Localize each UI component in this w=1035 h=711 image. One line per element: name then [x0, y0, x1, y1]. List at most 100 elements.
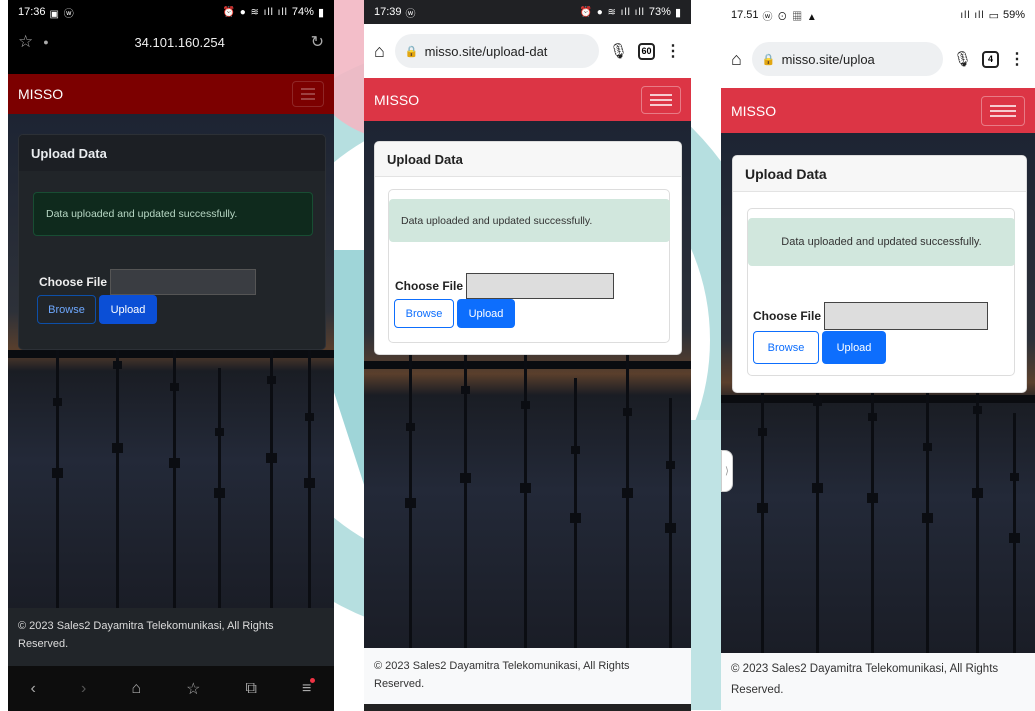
- antenna-tower: [665, 398, 676, 648]
- card-title: Upload Data: [375, 142, 681, 177]
- antenna-tower: [214, 368, 225, 608]
- choose-file-label: Choose File: [39, 275, 108, 289]
- browse-button[interactable]: Browse: [37, 295, 96, 324]
- app-navbar: MISSO: [8, 74, 334, 114]
- antenna-tower: [922, 373, 933, 653]
- url-field[interactable]: 🔒 misso.site/uploa: [751, 42, 943, 76]
- home-icon[interactable]: ⌂: [374, 41, 385, 62]
- browser-toolbar: ⌂ 🔒 misso.site/upload-dat 🎙 60 ⋮: [364, 24, 691, 78]
- bookmark-star-icon[interactable]: ☆: [18, 32, 33, 52]
- browser-toolbar: ☆ ● 34.101.160.254 ↻: [8, 24, 334, 60]
- url-field[interactable]: 🔒 misso.site/upload-dat: [394, 34, 599, 68]
- navbar-toggler[interactable]: [981, 95, 1025, 126]
- url-text: misso.site/upload-dat: [424, 43, 548, 59]
- file-input[interactable]: [466, 273, 615, 299]
- notification-icons: ⓦ ⊙ ▦ ▲: [762, 11, 818, 23]
- brand-logo[interactable]: MISSO: [18, 86, 63, 102]
- file-input[interactable]: [824, 302, 989, 330]
- url-text: misso.site/uploa: [781, 51, 875, 67]
- home-icon[interactable]: ⌂: [131, 680, 141, 698]
- tabs-icon[interactable]: ⧉: [246, 680, 257, 698]
- more-options-icon[interactable]: ⋮: [1009, 49, 1025, 69]
- action-buttons: Browse Upload: [394, 299, 515, 328]
- notification-icons: ⓦ: [405, 8, 417, 20]
- upload-card: Upload Data Data uploaded and updated su…: [374, 141, 682, 355]
- phone-screenshot-1: 17:36 ▣ ⓦ ⏰ ● ≋ ıll ıll 74% ▮ ☆ ● 34.101…: [8, 0, 334, 711]
- horizon-line: [364, 361, 691, 369]
- app-navbar: MISSO: [364, 78, 691, 121]
- forward-icon[interactable]: ›: [81, 680, 86, 698]
- battery-level: 74%: [291, 6, 314, 18]
- page-footer: © 2023 Sales2 Dayamitra Telekomunikasi, …: [364, 648, 691, 704]
- antenna-tower: [520, 318, 531, 648]
- battery-icon: ▭: [988, 9, 999, 22]
- status-bar: 17:39 ⓦ ⏰ ● ≋ ıll ıll 73% ▮: [364, 0, 691, 24]
- signal-icon: ⏰ ● ≋ ıll ıll: [222, 6, 288, 18]
- microphone-icon[interactable]: 🎙: [609, 42, 628, 60]
- battery-level: 73%: [648, 6, 671, 18]
- antenna-tower: [1009, 413, 1020, 653]
- antenna-tower: [757, 353, 768, 653]
- tab-switcher-icon[interactable]: 60: [638, 42, 655, 60]
- choose-file-label: Choose File: [753, 309, 822, 323]
- lock-icon: 🔒: [404, 45, 419, 58]
- success-alert: Data uploaded and updated successfully.: [389, 199, 670, 242]
- antenna-tower: [169, 308, 180, 608]
- file-input[interactable]: [110, 269, 257, 295]
- upload-card: Upload Data Data uploaded and updated su…: [732, 155, 1027, 393]
- tab-switcher-icon[interactable]: 4: [982, 50, 999, 68]
- upload-button[interactable]: Upload: [457, 299, 515, 328]
- action-buttons: Browse Upload: [37, 295, 157, 324]
- file-input-row: Choose File: [395, 273, 615, 299]
- info-icon[interactable]: ●: [43, 37, 48, 47]
- menu-icon[interactable]: ≡: [302, 677, 316, 698]
- brand-logo[interactable]: MISSO: [374, 92, 419, 108]
- browse-button[interactable]: Browse: [753, 331, 819, 364]
- antenna-tower: [52, 328, 63, 608]
- navbar-toggler[interactable]: [641, 85, 681, 114]
- reload-icon[interactable]: ↻: [311, 32, 324, 52]
- upload-button[interactable]: Upload: [99, 295, 157, 324]
- app-navbar: MISSO: [721, 88, 1035, 133]
- browser-bottom-nav: ‹ › ⌂ ☆ ⧉ ≡: [8, 666, 334, 711]
- success-alert: Data uploaded and updated successfully.: [748, 218, 1015, 266]
- home-icon[interactable]: ⌂: [731, 49, 742, 70]
- microphone-icon[interactable]: 🎙: [953, 50, 972, 68]
- side-panel-handle[interactable]: ⟩: [721, 450, 733, 492]
- status-time: 17:39: [374, 6, 402, 18]
- status-time: 17.51: [731, 9, 759, 21]
- browse-button[interactable]: Browse: [394, 299, 454, 328]
- bookmarks-icon[interactable]: ☆: [186, 679, 200, 699]
- page-footer: © 2023 Sales2 Dayamitra Telekomunikasi, …: [8, 608, 334, 666]
- battery-icon: ▮: [674, 6, 681, 19]
- upload-button[interactable]: Upload: [822, 331, 886, 364]
- file-input-row: Choose File: [39, 269, 257, 295]
- system-nav-bar: [364, 704, 691, 711]
- url-field[interactable]: 34.101.160.254: [59, 35, 301, 50]
- file-input-row: Choose File: [753, 302, 989, 330]
- card-title: Upload Data: [19, 135, 325, 171]
- notification-icons: ▣ ⓦ: [49, 8, 75, 20]
- back-icon[interactable]: ‹: [31, 680, 36, 698]
- card-title: Upload Data: [733, 156, 1026, 192]
- navbar-toggler[interactable]: [292, 81, 324, 107]
- signal-icon: ıll ıll: [960, 9, 985, 21]
- antenna-tower: [304, 348, 315, 608]
- browser-toolbar: ⌂ 🔒 misso.site/uploa 🎙 4 ⋮: [721, 30, 1035, 88]
- phone-screenshot-3: 17.51 ⓦ ⊙ ▦ ▲ ıll ıll ▭ 59% ⌂ 🔒 misso.si…: [721, 0, 1035, 711]
- lock-icon: 🔒: [761, 53, 776, 66]
- status-bar: 17.51 ⓦ ⊙ ▦ ▲ ıll ıll ▭ 59%: [721, 0, 1035, 30]
- signal-icon: ⏰ ● ≋ ıll ıll: [579, 6, 645, 18]
- action-buttons: Browse Upload: [753, 331, 886, 364]
- antenna-tower: [570, 378, 581, 648]
- battery-level: 59%: [1002, 9, 1025, 21]
- more-options-icon[interactable]: ⋮: [665, 41, 681, 61]
- page-footer: © 2023 Sales2 Dayamitra Telekomunikasi, …: [721, 653, 1035, 711]
- brand-logo[interactable]: MISSO: [731, 103, 776, 119]
- success-alert: Data uploaded and updated successfully.: [33, 192, 313, 236]
- antenna-tower: [405, 348, 416, 648]
- phone-screenshot-2: 17:39 ⓦ ⏰ ● ≋ ıll ıll 73% ▮ ⌂ 🔒 misso.si…: [364, 0, 691, 711]
- status-bar: 17:36 ▣ ⓦ ⏰ ● ≋ ıll ıll 74% ▮: [8, 0, 334, 24]
- upload-card: Upload Data Data uploaded and updated su…: [18, 134, 326, 350]
- notification-dot-icon: [310, 677, 316, 683]
